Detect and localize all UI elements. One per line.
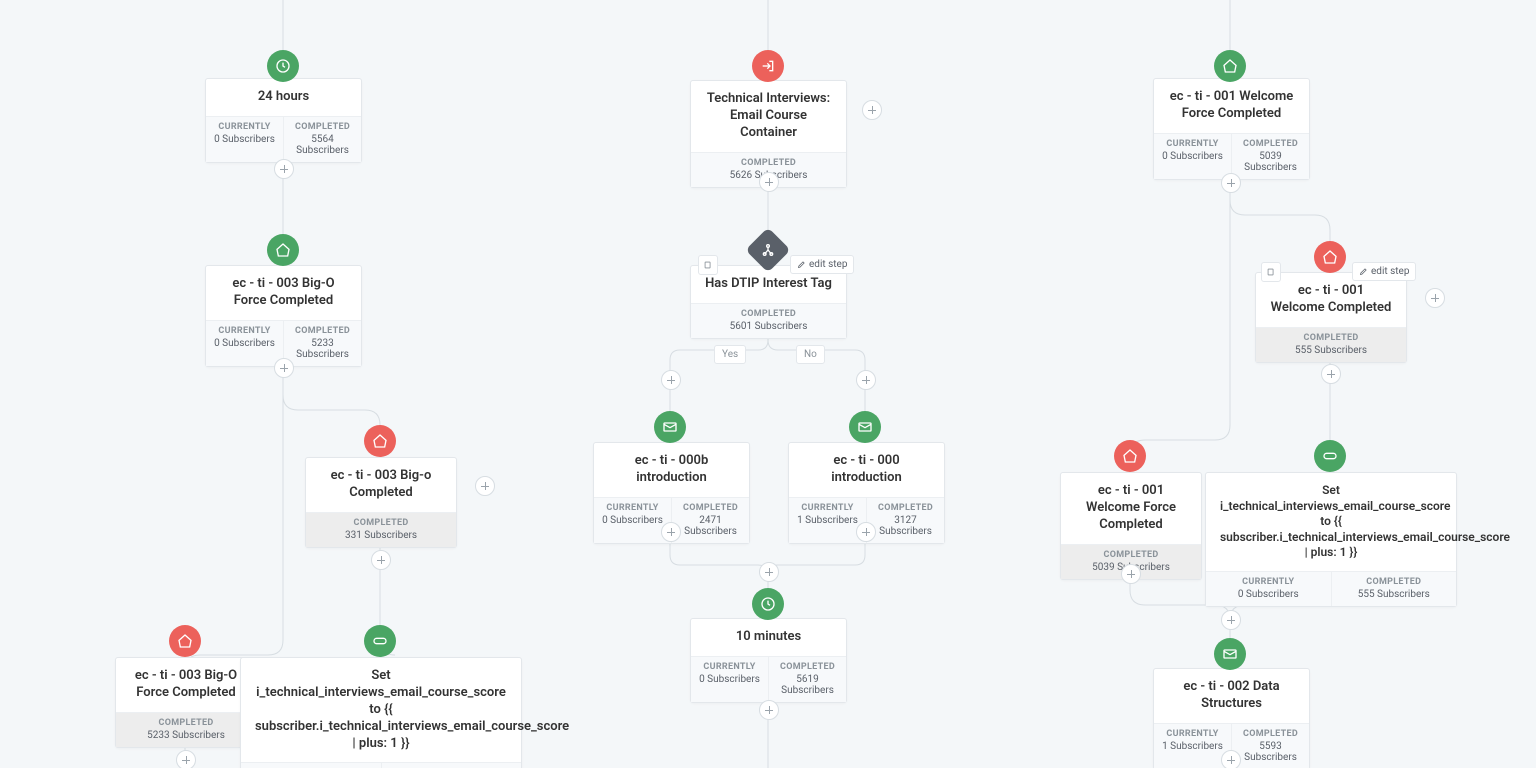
add-step-button[interactable] — [856, 522, 876, 542]
edit-step-button[interactable]: edit step — [1352, 262, 1416, 281]
edit-step-button[interactable]: edit step — [790, 255, 854, 274]
node-title: Technical Interviews: Email Course Conta… — [691, 81, 846, 152]
add-step-button[interactable] — [759, 172, 779, 192]
tag-icon — [267, 234, 299, 266]
email-icon — [849, 411, 881, 443]
node-title: ec - ti - 003 Big-o Completed — [306, 458, 456, 512]
node-title: ec - ti - 002 Data Structures — [1154, 669, 1309, 723]
tag-icon — [1114, 440, 1146, 472]
add-step-button[interactable] — [856, 370, 876, 390]
node-big-o-completed[interactable]: ec - ti - 003 Big-o Completed COMPLETED3… — [305, 457, 457, 548]
node-title: ec - ti - 001 Welcome Force Completed — [1061, 473, 1201, 544]
add-step-button[interactable] — [862, 100, 882, 120]
add-step-button[interactable] — [1221, 173, 1241, 193]
add-step-button[interactable] — [1221, 750, 1241, 768]
tag-icon — [169, 625, 201, 657]
node-title: ec - ti - 001 Welcome Force Completed — [1154, 79, 1309, 133]
add-step-button[interactable] — [371, 550, 391, 570]
node-big-o-force-2[interactable]: ec - ti - 003 Big-O Force Completed COMP… — [115, 657, 257, 748]
tag-icon — [1314, 241, 1346, 273]
add-step-button[interactable] — [274, 159, 294, 179]
tag-icon — [1214, 50, 1246, 82]
add-step-button[interactable] — [1121, 564, 1141, 584]
field-icon — [1314, 440, 1346, 472]
node-set-score-left[interactable]: Set i_technical_interviews_email_course_… — [240, 657, 522, 768]
add-step-button[interactable] — [759, 562, 779, 582]
add-step-button[interactable] — [176, 750, 196, 768]
node-title: 10 minutes — [691, 619, 846, 656]
exit-icon — [752, 50, 784, 82]
clock-icon — [752, 588, 784, 620]
copy-button[interactable] — [1261, 262, 1281, 282]
add-step-button[interactable] — [274, 358, 294, 378]
add-step-button[interactable] — [661, 370, 681, 390]
node-title: ec - ti - 003 Big-O Force Completed — [116, 658, 256, 712]
add-step-button[interactable] — [661, 522, 681, 542]
clock-icon — [267, 50, 299, 82]
node-set-score-right[interactable]: Set i_technical_interviews_email_course_… — [1205, 472, 1457, 607]
add-step-button[interactable] — [759, 700, 779, 720]
node-title: 24 hours — [206, 79, 361, 116]
add-step-button[interactable] — [1221, 610, 1241, 630]
node-title: ec - ti - 000b introduction — [594, 443, 749, 497]
tag-icon — [364, 425, 396, 457]
add-step-button[interactable] — [475, 476, 495, 496]
node-big-o-force[interactable]: ec - ti - 003 Big-O Force Completed CURR… — [205, 265, 362, 367]
node-title: ec - ti - 000 introduction — [789, 443, 944, 497]
email-icon — [1214, 638, 1246, 670]
email-icon — [654, 411, 686, 443]
node-title: Set i_technical_interviews_email_course_… — [241, 658, 521, 762]
node-10-minutes[interactable]: 10 minutes CURRENTLY0 SubscribersCOMPLET… — [690, 618, 847, 703]
node-title: Set i_technical_interviews_email_course_… — [1206, 473, 1456, 571]
field-icon — [364, 625, 396, 657]
node-has-dtip-tag[interactable]: Has DTIP Interest Tag COMPLETED5601 Subs… — [690, 265, 847, 339]
branch-yes: Yes — [714, 345, 746, 364]
add-step-button[interactable] — [1321, 364, 1341, 384]
add-step-button[interactable] — [1425, 288, 1445, 308]
node-title: ec - ti - 003 Big-O Force Completed — [206, 266, 361, 320]
branch-no: No — [796, 345, 825, 364]
node-welcome-force[interactable]: ec - ti - 001 Welcome Force Completed CU… — [1153, 78, 1310, 180]
copy-button[interactable] — [698, 255, 718, 275]
node-24-hours[interactable]: 24 hours CURRENTLY0 SubscribersCOMPLETED… — [205, 78, 362, 163]
node-welcome-completed[interactable]: ec - ti - 001 Welcome Completed COMPLETE… — [1255, 272, 1407, 363]
